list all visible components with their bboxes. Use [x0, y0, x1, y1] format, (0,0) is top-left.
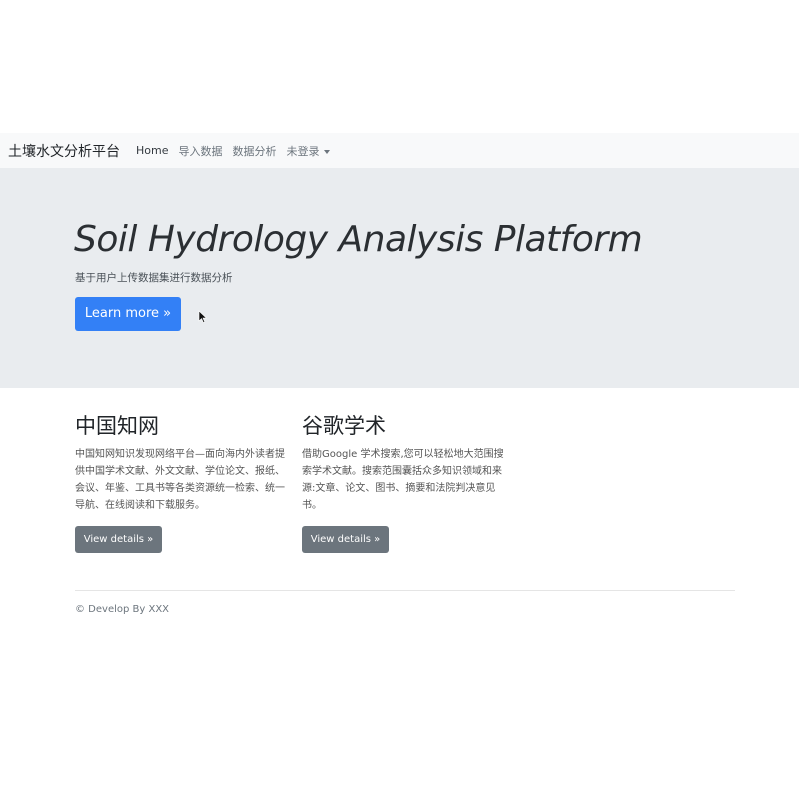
- user-dropdown[interactable]: 未登录: [286, 143, 331, 159]
- nav-link-import-data[interactable]: 导入数据: [178, 143, 222, 159]
- nav-link-data-analysis[interactable]: 数据分析: [232, 143, 276, 159]
- card-cnki: 中国知网 中国知网知识发现网络平台—面向海内外读者提供中国学术文献、外文文献、学…: [75, 410, 285, 553]
- page-subtitle: 基于用户上传数据集进行数据分析: [75, 272, 233, 284]
- card-heading: 中国知网: [75, 414, 159, 438]
- page: 土壤水文分析平台 Home 导入数据 数据分析 未登录 Soil Hydrolo…: [0, 0, 799, 799]
- caret-down-icon: [324, 149, 331, 154]
- view-details-button[interactable]: View details »: [75, 526, 162, 553]
- footer-text: © Develop By XXX: [75, 604, 170, 615]
- navbar-brand[interactable]: 土壤水文分析平台: [8, 141, 120, 161]
- card-google-scholar: 谷歌学术 借助Google 学术搜索,您可以轻松地大范围搜索学术文献。搜索范围囊…: [302, 410, 512, 553]
- view-details-button[interactable]: View details »: [302, 526, 389, 553]
- jumbotron: Soil Hydrology Analysis Platform 基于用户上传数…: [0, 168, 799, 388]
- page-title: Soil Hydrology Analysis Platform: [74, 219, 643, 260]
- card-text: 借助Google 学术搜索,您可以轻松地大范围搜索学术文献。搜索范围囊括众多知识…: [302, 449, 504, 511]
- nav-link-home[interactable]: Home: [136, 144, 168, 157]
- card-text: 中国知网知识发现网络平台—面向海内外读者提供中国学术文献、外文文献、学位论文、报…: [75, 449, 285, 511]
- card-heading: 谷歌学术: [302, 414, 386, 438]
- footer-divider: [75, 590, 735, 591]
- learn-more-button[interactable]: Learn more »: [75, 297, 181, 331]
- mouse-cursor-icon: [198, 310, 208, 323]
- user-dropdown-label: 未登录: [286, 144, 320, 158]
- navbar: 土壤水文分析平台 Home 导入数据 数据分析 未登录: [0, 133, 799, 168]
